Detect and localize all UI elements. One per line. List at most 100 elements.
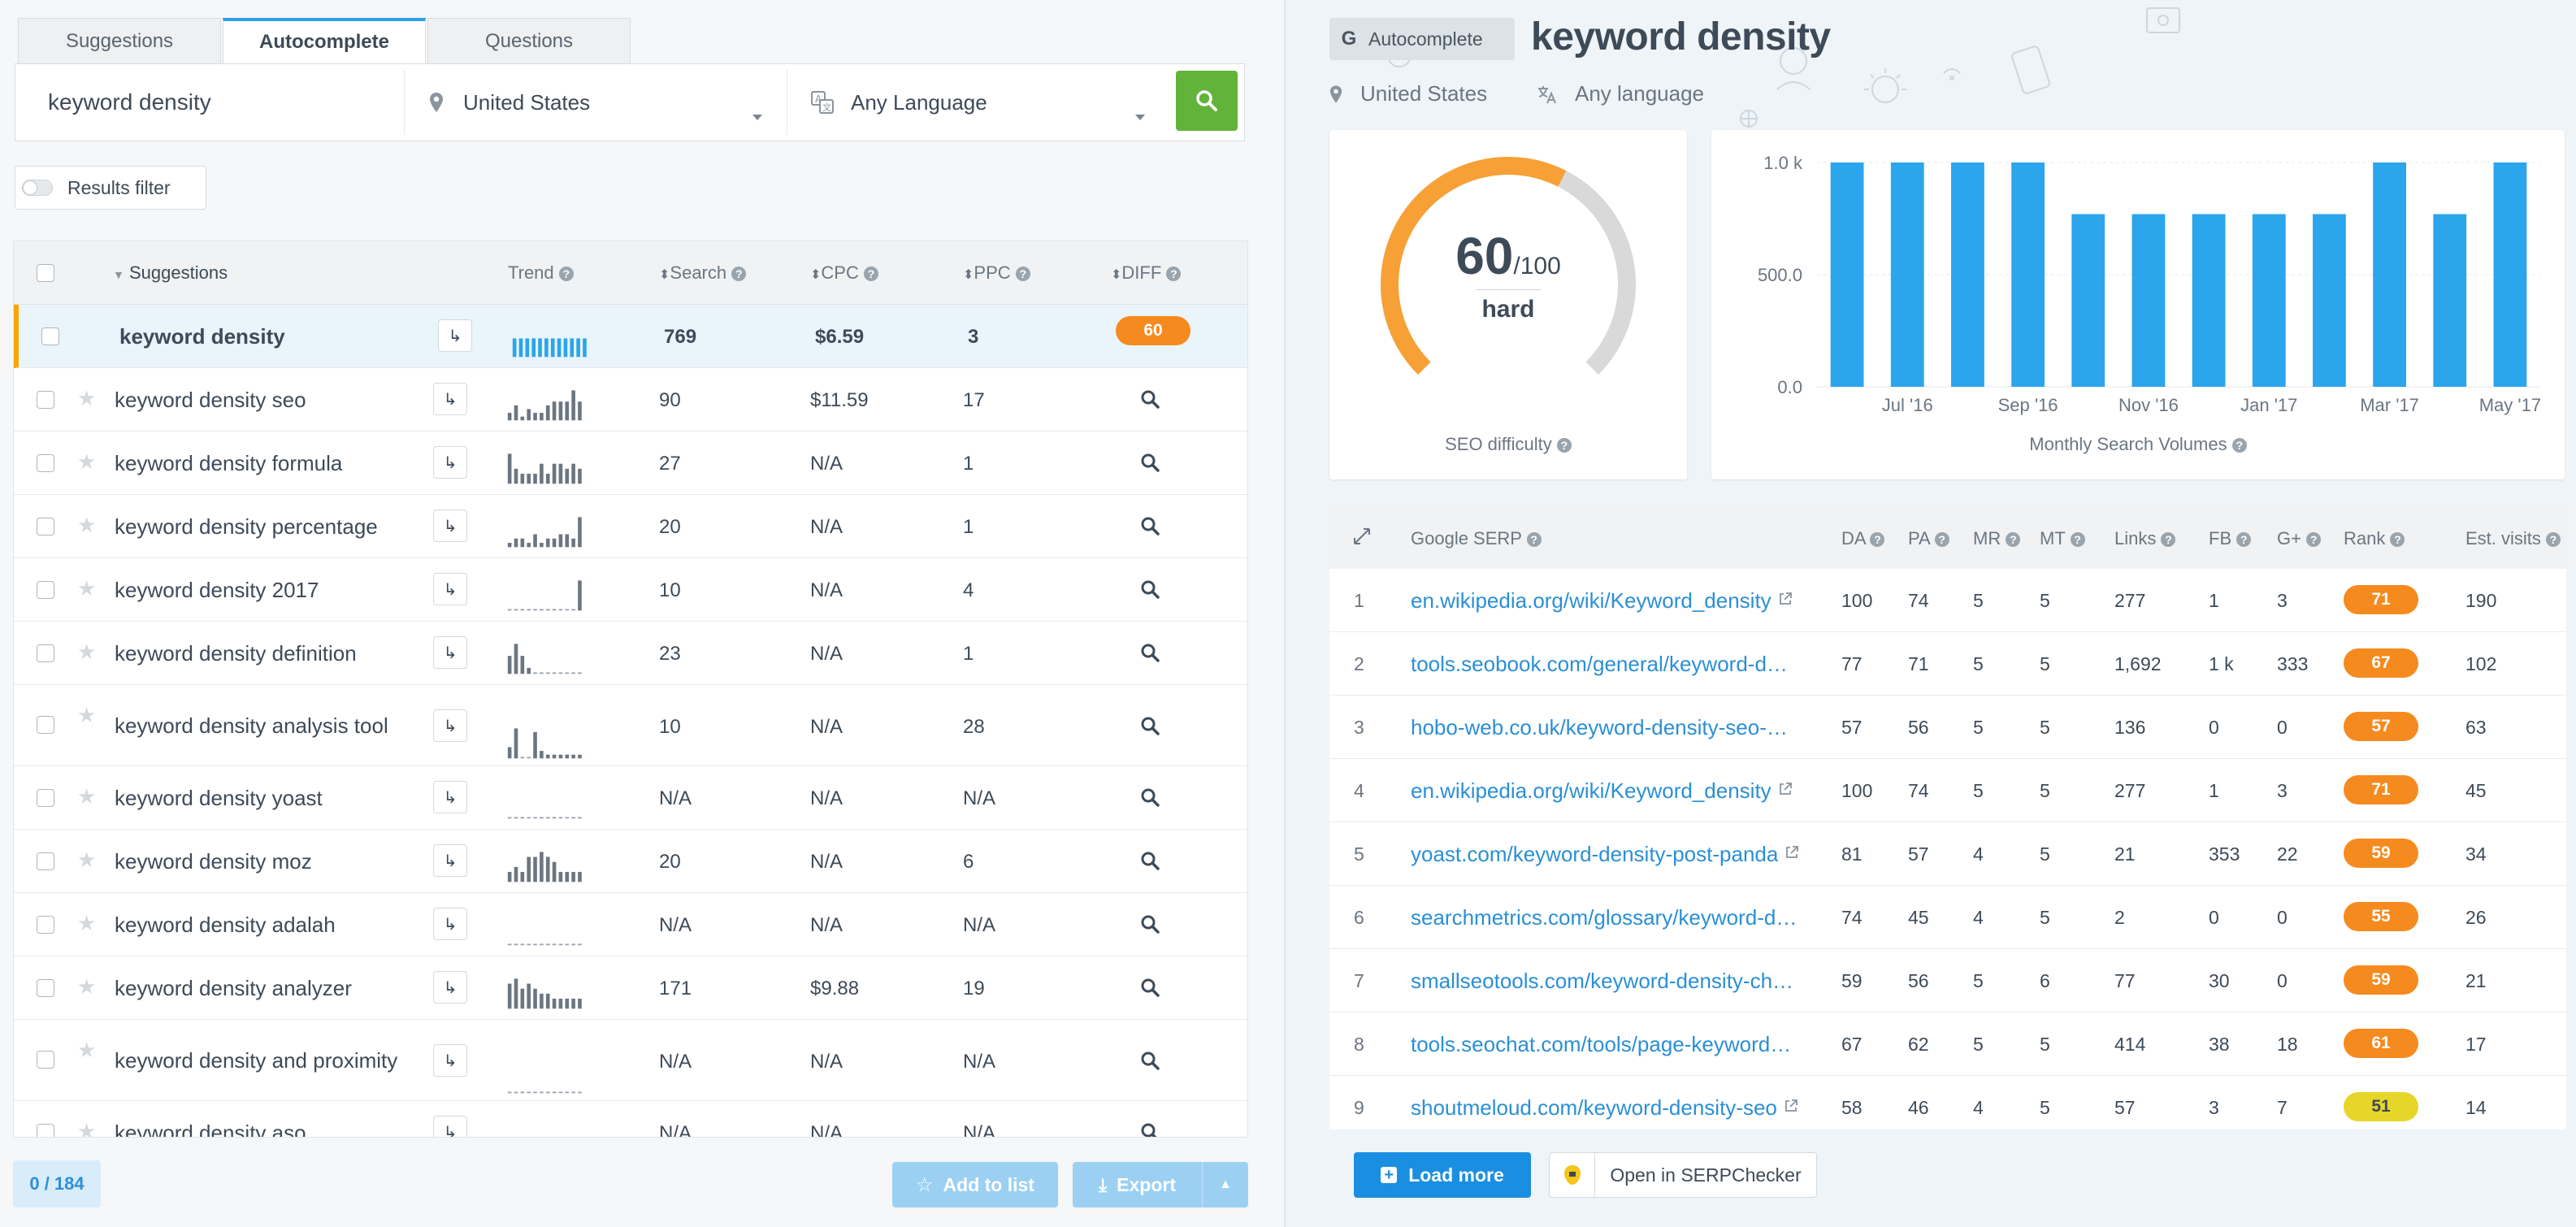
col-est-visits[interactable]: Est. visits ? [2465,528,2561,549]
keyword-text[interactable]: keyword density definition [115,622,456,685]
star-icon[interactable]: ★ [77,1119,96,1137]
col-ppc[interactable]: ⬍PPC ? [963,262,1030,284]
bar[interactable] [2011,163,2045,387]
search-icon[interactable] [1138,578,1163,602]
row-checkbox[interactable] [37,391,54,409]
bar[interactable] [2493,163,2527,387]
use-keyword-button[interactable]: ↳ [433,573,467,605]
keyword-text[interactable]: keyword density and proximity [115,1020,456,1101]
row-checkbox[interactable] [37,789,54,807]
tab-autocomplete[interactable]: Autocomplete [223,18,426,63]
use-keyword-button[interactable]: ↳ [433,709,467,742]
col-trend[interactable]: Trend ? [508,262,574,284]
keyword-text[interactable]: keyword density yoast [115,766,456,830]
search-icon[interactable] [1138,514,1163,539]
col-rank[interactable]: Rank ? [2344,528,2405,549]
use-keyword-button[interactable]: ↳ [433,636,467,669]
row-checkbox[interactable] [37,518,54,535]
row-checkbox[interactable] [37,1124,54,1137]
bar[interactable] [2071,214,2105,387]
col-cpc[interactable]: ⬍CPC ? [810,262,878,284]
star-icon[interactable]: ★ [77,784,96,809]
serp-url-link[interactable]: hobo-web.co.uk/keyword-density-seo-… [1411,715,1788,740]
use-keyword-button[interactable]: ↳ [433,1044,467,1077]
serp-url-link[interactable]: en.wikipedia.org/wiki/Keyword_density [1411,778,1772,804]
table-row[interactable]: ★ keyword density yoast ↳ N/A N/A N/A [14,766,1247,830]
external-link-icon[interactable] [1778,782,1793,796]
use-keyword-button[interactable]: ↳ [433,781,467,813]
star-icon[interactable]: ★ [77,703,96,728]
search-icon[interactable] [1138,451,1163,475]
expand-icon[interactable] [1352,527,1372,546]
col-suggestions[interactable]: ▼ Suggestions [113,262,228,284]
star-icon[interactable]: ★ [77,848,96,873]
star-icon[interactable]: ★ [77,449,96,475]
star-icon[interactable]: ★ [77,513,96,538]
search-icon[interactable] [1138,641,1163,666]
use-keyword-button[interactable]: ↳ [438,319,472,352]
use-keyword-button[interactable]: ↳ [433,509,467,542]
serp-url-link[interactable]: yoast.com/keyword-density-post-panda [1411,842,1778,867]
use-keyword-button[interactable]: ↳ [433,1116,467,1137]
use-keyword-button[interactable]: ↳ [433,446,467,479]
external-link-icon[interactable] [1784,1099,1798,1113]
col-pa[interactable]: PA ? [1908,528,1949,549]
results-filter-toggle[interactable]: Results filter [15,166,206,210]
table-row[interactable]: ★ keyword density percentage ↳ 20 N/A 1 [14,495,1247,558]
tab-questions[interactable]: Questions [427,18,631,63]
keyword-text[interactable]: keyword density aso [115,1101,456,1137]
table-row[interactable]: ★ keyword density definition ↳ 23 N/A 1 [14,622,1247,685]
table-row[interactable]: ★ keyword density formula ↳ 27 N/A 1 [14,431,1247,495]
serp-url-link[interactable]: shoutmeloud.com/keyword-density-seo [1411,1095,1777,1121]
search-icon[interactable] [1138,976,1163,1000]
bar[interactable] [2131,214,2166,387]
search-icon[interactable] [1138,714,1163,739]
row-checkbox[interactable] [37,979,54,997]
search-icon[interactable] [1138,849,1163,874]
search-icon[interactable] [1138,1049,1163,1073]
bar[interactable] [1951,163,1984,387]
location-select[interactable]: United States [405,90,787,120]
keyword-text[interactable]: keyword density adalah [115,893,456,956]
serp-url-link[interactable]: smallseotools.com/keyword-density-ch… [1411,969,1793,994]
keyword-text[interactable]: keyword density seo [115,368,456,431]
export-dropdown-toggle[interactable]: ▲ [1203,1177,1248,1192]
use-keyword-button[interactable]: ↳ [433,908,467,940]
search-icon[interactable] [1138,388,1163,412]
search-icon[interactable] [1138,786,1163,810]
bar[interactable] [1830,163,1864,387]
row-checkbox[interactable] [41,327,59,345]
serp-url-link[interactable]: tools.seochat.com/tools/page-keyword… [1411,1032,1791,1057]
star-icon[interactable]: ★ [77,1038,96,1063]
keyword-text[interactable]: keyword density moz [115,830,456,893]
tab-suggestions[interactable]: Suggestions [18,18,221,63]
col-mr[interactable]: MR ? [1973,528,2021,549]
row-checkbox[interactable] [37,581,54,599]
star-icon[interactable]: ★ [77,640,96,665]
search-button[interactable] [1176,71,1238,131]
external-link-icon[interactable] [1785,845,1799,860]
use-keyword-button[interactable]: ↳ [433,971,467,1004]
row-checkbox[interactable] [37,716,54,734]
col-gplus[interactable]: G+ ? [2277,528,2322,549]
star-icon[interactable]: ★ [77,911,96,936]
bar[interactable] [2373,163,2406,387]
keyword-text[interactable]: keyword density analyzer [115,956,456,1020]
keyword-text[interactable]: keyword density percentage [115,495,456,558]
table-row[interactable]: ★ keyword density and proximity ↳ N/A N/A N/A [14,1020,1247,1101]
row-checkbox[interactable] [37,852,54,870]
col-mt[interactable]: MT ? [2040,528,2085,549]
add-to-list-button[interactable]: ☆ Add to list [892,1162,1058,1207]
row-checkbox[interactable] [37,644,54,662]
toggle-switch[interactable] [22,180,53,196]
export-button[interactable]: ⤓ Export ▲ [1073,1162,1248,1207]
table-row[interactable]: ★ keyword density aso ↳ N/A N/A N/A [14,1101,1247,1137]
use-keyword-button[interactable]: ↳ [433,383,467,415]
keyword-text[interactable]: keyword density 2017 [115,558,456,622]
bar[interactable] [2252,214,2286,387]
bar[interactable] [1890,163,1924,387]
keyword-input[interactable]: keyword density [15,89,404,115]
bar[interactable] [2192,214,2226,387]
star-icon[interactable]: ★ [77,576,96,601]
table-row[interactable]: ★ keyword density analyzer ↳ 171 $9.88 19 [14,956,1247,1020]
